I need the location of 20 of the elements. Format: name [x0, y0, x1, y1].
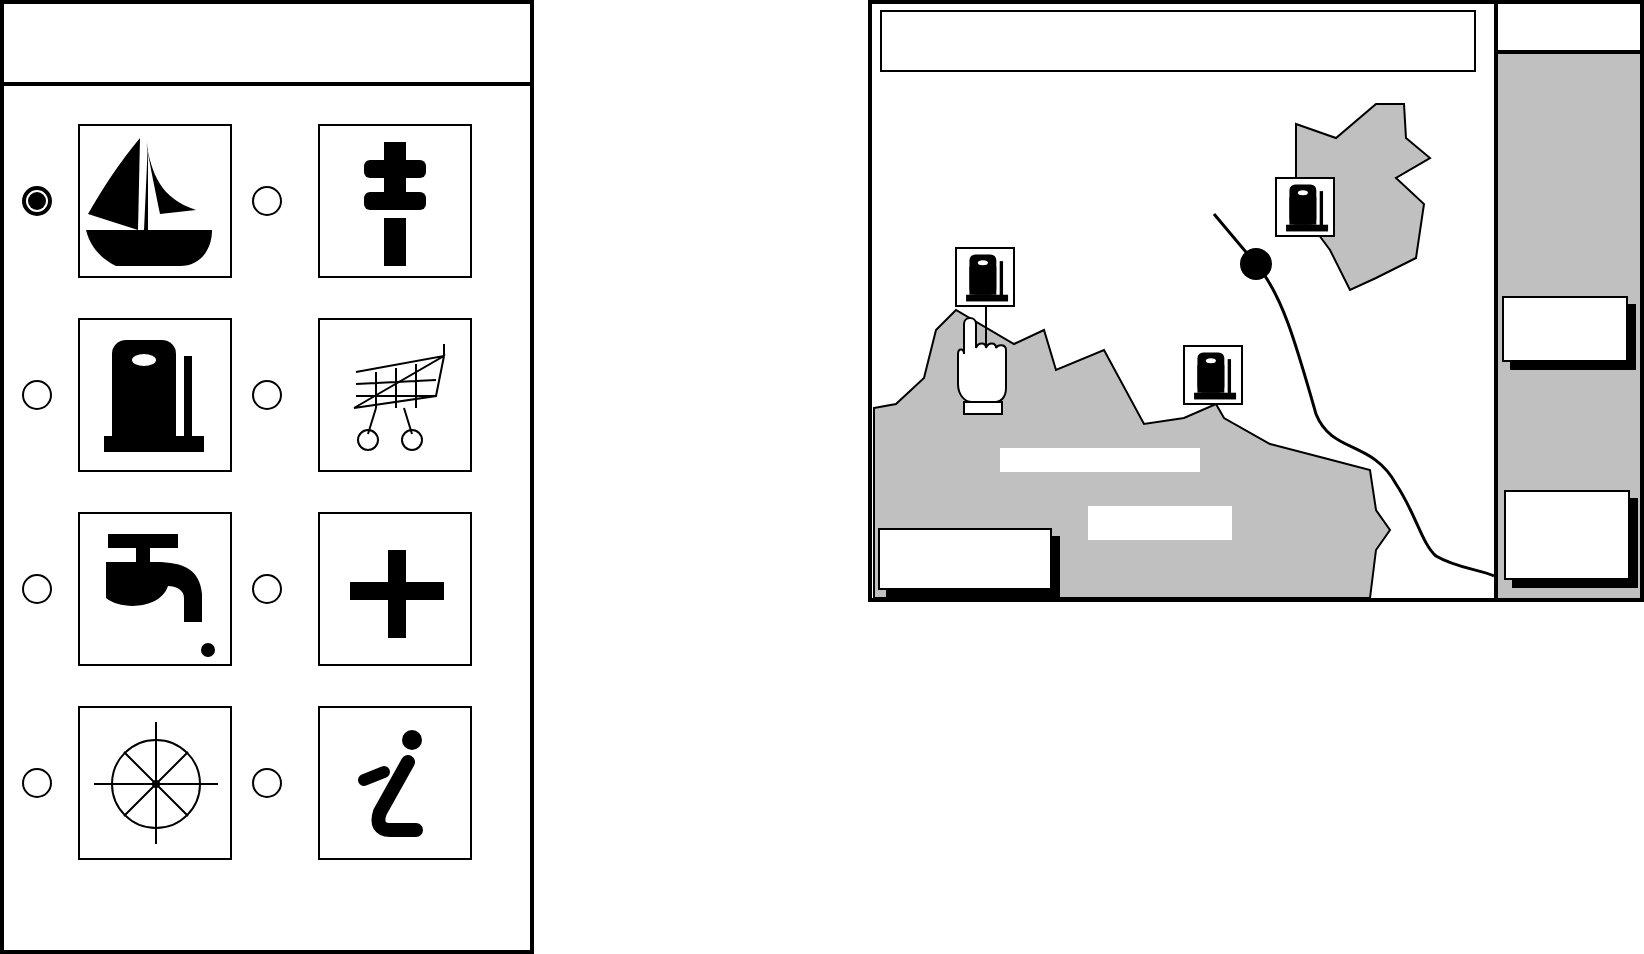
symbol-tile[interactable]	[318, 706, 472, 860]
symbol-tile[interactable]	[318, 512, 472, 666]
symbol-tile[interactable]	[78, 318, 232, 472]
symbol-tile[interactable]	[78, 124, 232, 278]
fuel-marker-icon[interactable]	[954, 247, 1015, 307]
fuel-marker-icon[interactable]	[1182, 345, 1243, 405]
radio-button[interactable]	[252, 186, 282, 216]
radio-button[interactable]	[252, 768, 282, 798]
symbol-tile[interactable]	[318, 124, 472, 278]
symbol-tile[interactable]	[318, 318, 472, 472]
symbol-tile[interactable]	[78, 512, 232, 666]
radio-button[interactable]	[22, 574, 52, 604]
radio-button[interactable]	[22, 380, 52, 410]
pointing-hand-icon	[956, 305, 1007, 415]
radio-button[interactable]	[252, 574, 282, 604]
radio-button[interactable]	[22, 186, 52, 216]
radio-button[interactable]	[22, 768, 52, 798]
radio-button[interactable]	[252, 380, 282, 410]
fuel-marker-icon[interactable]	[1274, 177, 1335, 237]
symbol-tile[interactable]	[78, 706, 232, 860]
